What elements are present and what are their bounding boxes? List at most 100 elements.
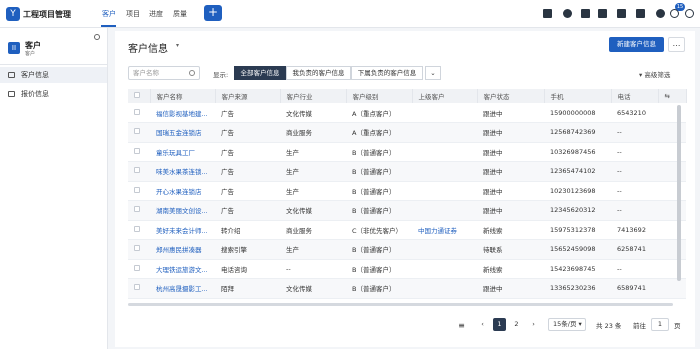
column-settings-icon[interactable]: ⇆ xyxy=(658,89,687,103)
message-icon[interactable] xyxy=(636,9,645,18)
phone-icon[interactable] xyxy=(598,9,607,18)
sidebar-item-customer-info[interactable]: 客户信息 xyxy=(0,67,107,83)
segment-dropdown-icon[interactable]: ⌄ xyxy=(425,66,441,80)
table-row[interactable]: 童乐玩具工厂 广告 生产 B（普通客户） 跟进中 10326987456 -- xyxy=(128,142,686,162)
column-header[interactable]: 客户名称 xyxy=(150,89,216,103)
column-header[interactable]: 手机 xyxy=(544,89,612,103)
row-checkbox[interactable] xyxy=(134,167,140,174)
select-all-checkbox[interactable] xyxy=(134,92,140,98)
row-select-cell[interactable] xyxy=(128,239,150,260)
table-cell: 广告 xyxy=(215,142,280,162)
column-header[interactable]: 客户来源 xyxy=(215,89,281,103)
mail-icon[interactable] xyxy=(543,9,552,18)
settings-icon[interactable] xyxy=(685,9,694,18)
vertical-scrollbar[interactable] xyxy=(677,105,681,281)
row-checkbox[interactable] xyxy=(134,147,140,154)
column-header[interactable]: 客户行业 xyxy=(280,89,347,103)
row-select-cell[interactable] xyxy=(128,142,150,162)
calendar-icon[interactable] xyxy=(617,9,626,18)
customer-name-link[interactable]: 杭州高晟摄影工... xyxy=(150,278,215,299)
new-customer-button[interactable]: 新建客户信息 xyxy=(609,37,664,52)
customer-name-link[interactable]: 福信影视基地建... xyxy=(150,103,215,123)
tab-progress[interactable]: 进度 xyxy=(149,9,163,19)
row-select-cell[interactable] xyxy=(128,103,150,123)
table-row[interactable]: 福信影视基地建... 广告 文化传媒 A（重点客户） 跟进中 15900000008 654… xyxy=(128,103,686,123)
table-row[interactable]: 大理铁运旅游文... 电话咨询 -- B（普通客户） 新线索 15423698745 -- xyxy=(128,259,686,279)
row-select-cell[interactable] xyxy=(128,181,150,201)
column-header[interactable]: 上级客户 xyxy=(412,89,478,103)
gear-icon[interactable] xyxy=(94,34,100,40)
parent-customer-link[interactable] xyxy=(412,278,477,299)
page-menu-icon[interactable]: ≡ xyxy=(455,319,468,332)
row-checkbox[interactable] xyxy=(134,128,140,135)
parent-customer-link[interactable] xyxy=(412,181,477,201)
parent-customer-link[interactable] xyxy=(412,259,477,279)
customer-name-link[interactable]: 大理铁运旅游文... xyxy=(150,259,215,279)
table-row[interactable]: 开心水果连锁店 广告 生产 B（普通客户） 跟进中 10230123698 -- xyxy=(128,181,686,201)
advanced-filter-button[interactable]: ▾ 高级筛选 xyxy=(639,69,670,79)
table-row[interactable]: 美好未来会计师... 转介绍 商业服务 C（非优先客户） 中国力通证券 新线索 159753… xyxy=(128,220,686,240)
page-1-button[interactable]: 1 xyxy=(493,318,506,331)
tab-quality[interactable]: 质量 xyxy=(173,9,187,19)
file-icon[interactable] xyxy=(581,9,590,18)
row-select-cell[interactable] xyxy=(128,278,150,299)
segment-subordinate-customers[interactable]: 下属负责的客户信息 xyxy=(351,66,423,80)
column-header[interactable]: 电话 xyxy=(611,89,659,103)
column-header[interactable]: 客户级别 xyxy=(346,89,413,103)
goto-page-input[interactable]: 1 xyxy=(651,318,669,331)
row-checkbox[interactable] xyxy=(134,225,140,232)
table-row[interactable]: 湖南美丽文创设... 广告 文化传媒 B（普通客户） 跟进中 12345620312 -- xyxy=(128,200,686,221)
segment-my-customers[interactable]: 我负责的客户信息 xyxy=(286,66,351,80)
parent-customer-link[interactable] xyxy=(412,200,477,221)
row-checkbox[interactable] xyxy=(134,264,140,271)
title-dropdown-icon[interactable]: ▾ xyxy=(176,42,179,49)
table-row[interactable]: 杭州高晟摄影工... 陌拜 文化传媒 B（普通客户） 跟进中 13365230236 658… xyxy=(128,278,686,299)
customer-name-link[interactable]: 开心水果连锁店 xyxy=(150,181,215,201)
customer-name-link[interactable]: 美好未来会计师... xyxy=(150,220,215,240)
bell-icon[interactable] xyxy=(656,9,665,18)
row-checkbox[interactable] xyxy=(134,108,140,115)
row-select-cell[interactable] xyxy=(128,161,150,182)
parent-customer-link[interactable] xyxy=(412,142,477,162)
customer-name-link[interactable]: 童乐玩具工厂 xyxy=(150,142,215,162)
customer-name-link[interactable]: 味美水果茶连锁... xyxy=(150,161,215,182)
customer-name-link[interactable]: 郑州惠民拼凑器 xyxy=(150,239,215,260)
row-select-cell[interactable] xyxy=(128,220,150,240)
row-checkbox[interactable] xyxy=(134,245,140,252)
prev-page-button[interactable]: ‹ xyxy=(476,318,489,331)
parent-customer-link[interactable] xyxy=(412,103,477,123)
select-all-cell[interactable] xyxy=(128,89,151,103)
table-cell: -- xyxy=(611,181,658,201)
tab-customer[interactable]: 客户 xyxy=(102,9,116,19)
column-header[interactable]: 客户状态 xyxy=(477,89,545,103)
parent-customer-link[interactable] xyxy=(412,239,477,260)
row-checkbox[interactable] xyxy=(134,186,140,193)
row-select-cell[interactable] xyxy=(128,200,150,221)
next-page-button[interactable]: › xyxy=(527,318,540,331)
horizontal-scrollbar[interactable] xyxy=(128,303,673,306)
row-checkbox[interactable] xyxy=(134,284,140,291)
parent-customer-link[interactable] xyxy=(412,161,477,182)
help-icon[interactable] xyxy=(670,9,679,18)
parent-customer-link[interactable]: 中国力通证券 xyxy=(412,220,477,240)
row-checkbox[interactable] xyxy=(134,206,140,213)
page-2-button[interactable]: 2 xyxy=(510,318,523,331)
table-row[interactable]: 郑州惠民拼凑器 搜索引擎 生产 B（普通客户） 待联系 15652459098 625874… xyxy=(128,239,686,260)
segment-all-customers[interactable]: 全部客户信息 xyxy=(234,66,286,80)
more-button[interactable]: … xyxy=(668,37,685,52)
tab-project[interactable]: 项目 xyxy=(126,9,140,19)
row-select-cell[interactable] xyxy=(128,259,150,279)
table-row[interactable]: 味美水果茶连锁... 广告 生产 B（普通客户） 跟进中 12365474102 -- xyxy=(128,161,686,182)
create-button[interactable]: + xyxy=(204,5,222,21)
row-select-cell[interactable] xyxy=(128,122,150,143)
customer-name-link[interactable]: 湖南美丽文创设... xyxy=(150,200,215,221)
sidebar-item-quote-info[interactable]: 报价信息 xyxy=(0,86,107,102)
search-input[interactable]: 客户名称 xyxy=(128,66,200,80)
user-icon[interactable] xyxy=(563,9,572,18)
sidebar: II 客户 客户 客户信息 报价信息 xyxy=(0,28,108,349)
table-row[interactable]: 国瑞五金连锁店 广告 商业服务 A（重点客户） 跟进中 12568742369 -- xyxy=(128,122,686,143)
page-size-select[interactable]: 15条/页 ▾ xyxy=(548,318,586,331)
search-icon[interactable] xyxy=(189,70,195,76)
customer-name-link[interactable]: 国瑞五金连锁店 xyxy=(150,122,215,143)
parent-customer-link[interactable] xyxy=(412,122,477,143)
